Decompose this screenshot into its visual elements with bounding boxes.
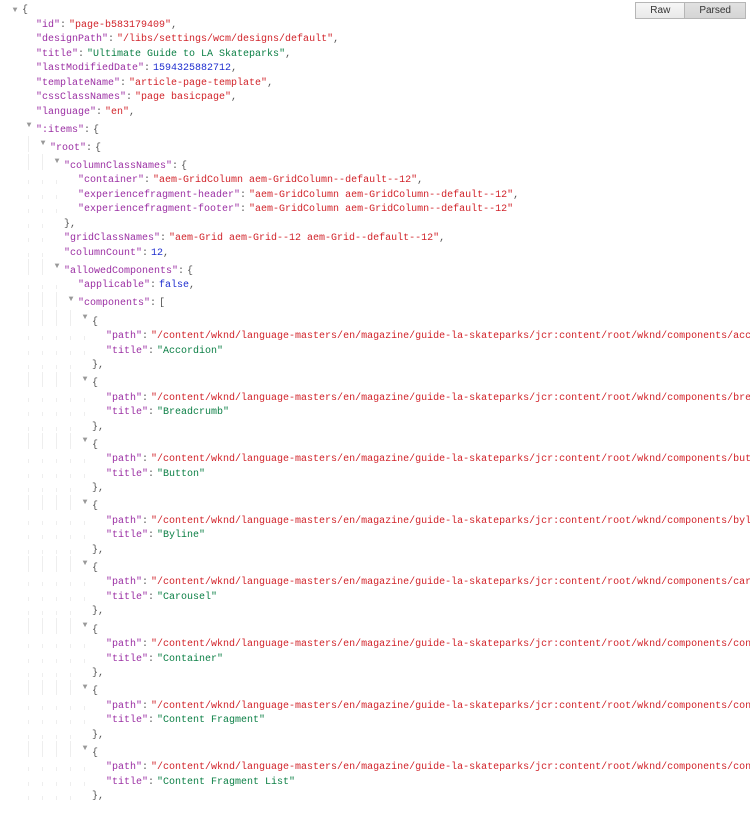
expand-arrow[interactable]: ▼ [78, 743, 92, 755]
expand-arrow[interactable]: ▼ [50, 156, 64, 168]
expand-arrow[interactable]: ▼ [8, 5, 22, 17]
expand-arrow[interactable]: ▼ [78, 620, 92, 632]
expand-arrow[interactable]: ▼ [78, 312, 92, 324]
expand-arrow[interactable]: ▼ [78, 435, 92, 447]
expand-arrow[interactable]: ▼ [36, 138, 50, 150]
parsed-button[interactable]: Parsed [684, 2, 746, 19]
expand-arrow[interactable]: ▼ [64, 294, 78, 306]
expand-arrow[interactable]: ▼ [78, 558, 92, 570]
expand-arrow[interactable]: ▼ [78, 374, 92, 386]
expand-arrow[interactable]: ▼ [78, 682, 92, 694]
expand-arrow[interactable]: ▼ [50, 261, 64, 273]
view-toggle: Raw Parsed [635, 2, 746, 19]
json-tree: ▼{"id":"page-b583179409","designPath":"/… [0, 0, 750, 825]
expand-arrow[interactable]: ▼ [78, 497, 92, 509]
expand-arrow[interactable]: ▼ [22, 120, 36, 132]
raw-button[interactable]: Raw [635, 2, 685, 19]
